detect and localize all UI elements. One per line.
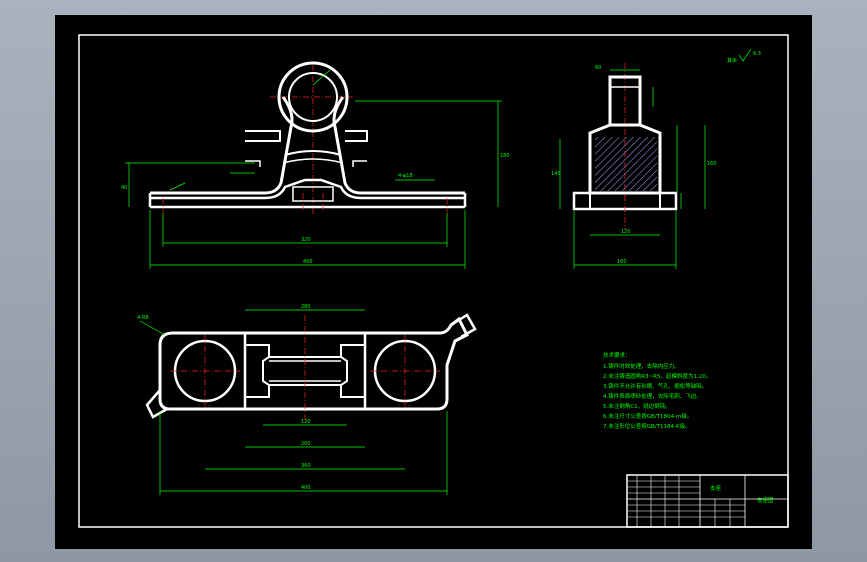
front-view: 400 320 180 40 4-φ18 [121,61,510,269]
dim-front-bottom-inner: 320 [301,237,311,243]
dim-top-b: 200 [301,441,311,447]
dim-front-side: 40 [121,185,127,191]
dim-front-bottom-total: 400 [303,259,313,265]
dim-side-left: 140 [551,171,561,177]
dim-top-c: 400 [301,485,311,491]
notes-heading: 技术要求： [603,351,631,359]
dim-side-top: 60 [595,65,601,71]
dim-top-length: 280 [301,304,311,310]
dim-side-width: 120 [621,229,631,235]
dim-front-slot: 4-φ18 [398,173,413,179]
note-1: 1.铸件时效处理，去除内应力。 [603,362,680,370]
roughness-mark: 其余 6.3 [727,48,761,64]
note-5: 5.未注倒角C1，锐边倒钝。 [603,402,671,410]
cad-drawing: 400 320 180 40 4-φ18 140 160 120 160 60 … [78,34,789,528]
note-3: 3.铸件不允许有砂眼、气孔、缩松等缺陷。 [603,382,707,390]
roughness-label: 其余 [727,57,737,64]
note-4: 4.铸件表面喷砂处理，去除毛刺、飞边。 [603,392,702,400]
drawing-frame [78,34,789,528]
dim-side-base: 160 [617,259,627,265]
dim-top-a: 120 [301,419,311,425]
note-6: 6.未注尺寸公差按GB/T1804-m级。 [603,412,692,420]
dim-top-d: 360 [301,463,311,469]
title-block: 支座 支座图 [626,474,789,528]
drawing-sheet: 400 320 180 40 4-φ18 140 160 120 160 60 … [55,15,812,549]
note-7: 7.未注形位公差按GB/T1184-K级。 [603,422,691,430]
dim-front-height: 180 [500,153,510,159]
title-drawing-code: 支座图 [757,496,774,504]
top-view: 280 120 200 360 400 4-R8 [137,304,477,495]
title-part-name: 支座 [710,484,722,492]
dim-top-corner: 4-R8 [137,315,149,321]
side-view: 140 160 120 160 60 [551,63,717,269]
dim-side-height: 160 [707,161,717,167]
note-2: 2.未注铸造圆角R3~R5，起模斜度为1:20。 [603,372,711,380]
roughness-value: 6.3 [753,51,761,57]
technical-notes: 技术要求： 1.铸件时效处理，去除内应力。 2.未注铸造圆角R3~R5，起模斜度… [603,351,711,430]
